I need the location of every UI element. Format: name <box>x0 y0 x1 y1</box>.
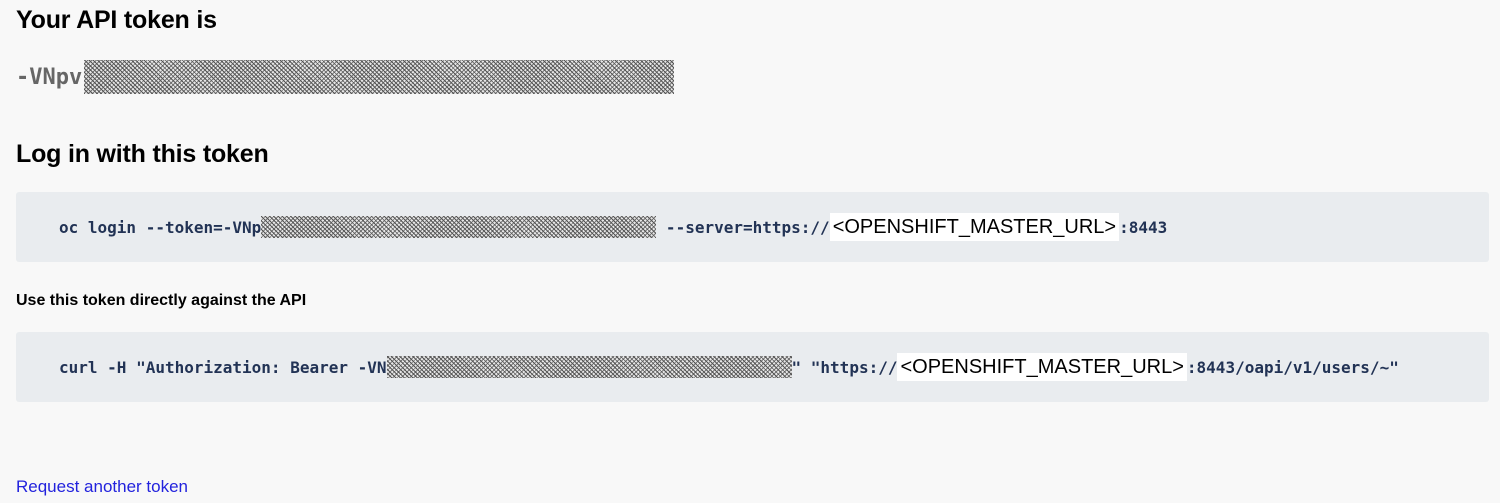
login-command-server: --server=https:// <box>656 217 830 237</box>
login-master-url-placeholder: <OPENSHIFT_MASTER_URL> <box>829 213 1120 241</box>
oc-login-command[interactable]: oc login --token=-VNp --server=https://<… <box>16 192 1489 262</box>
login-heading: Log in with this token <box>16 140 269 168</box>
curl-command-suffix: :8443/oapi/v1/users/~" <box>1186 357 1399 377</box>
curl-master-url-placeholder: <OPENSHIFT_MASTER_URL> <box>897 353 1187 381</box>
login-command-suffix: :8443 <box>1119 217 1168 237</box>
token-page: Your API token is -VNpv Log in with this… <box>0 0 1500 503</box>
token-redaction <box>84 60 675 94</box>
api-token-value[interactable]: -VNpv <box>16 60 675 94</box>
curl-command[interactable]: curl -H "Authorization: Bearer -VN " "htt… <box>16 332 1489 402</box>
login-command-prefix: oc login --token=-VNp <box>59 217 262 237</box>
api-usage-label: Use this token directly against the API <box>16 292 307 309</box>
token-heading: Your API token is <box>16 6 217 34</box>
request-another-token-link[interactable]: Request another token <box>16 477 188 497</box>
curl-command-mid: " "https:// <box>791 357 898 377</box>
curl-command-prefix: curl -H "Authorization: Bearer -VN <box>59 357 387 377</box>
login-token-redaction <box>261 216 657 238</box>
curl-token-redaction <box>386 356 792 378</box>
token-prefix: -VNpv <box>16 64 83 90</box>
